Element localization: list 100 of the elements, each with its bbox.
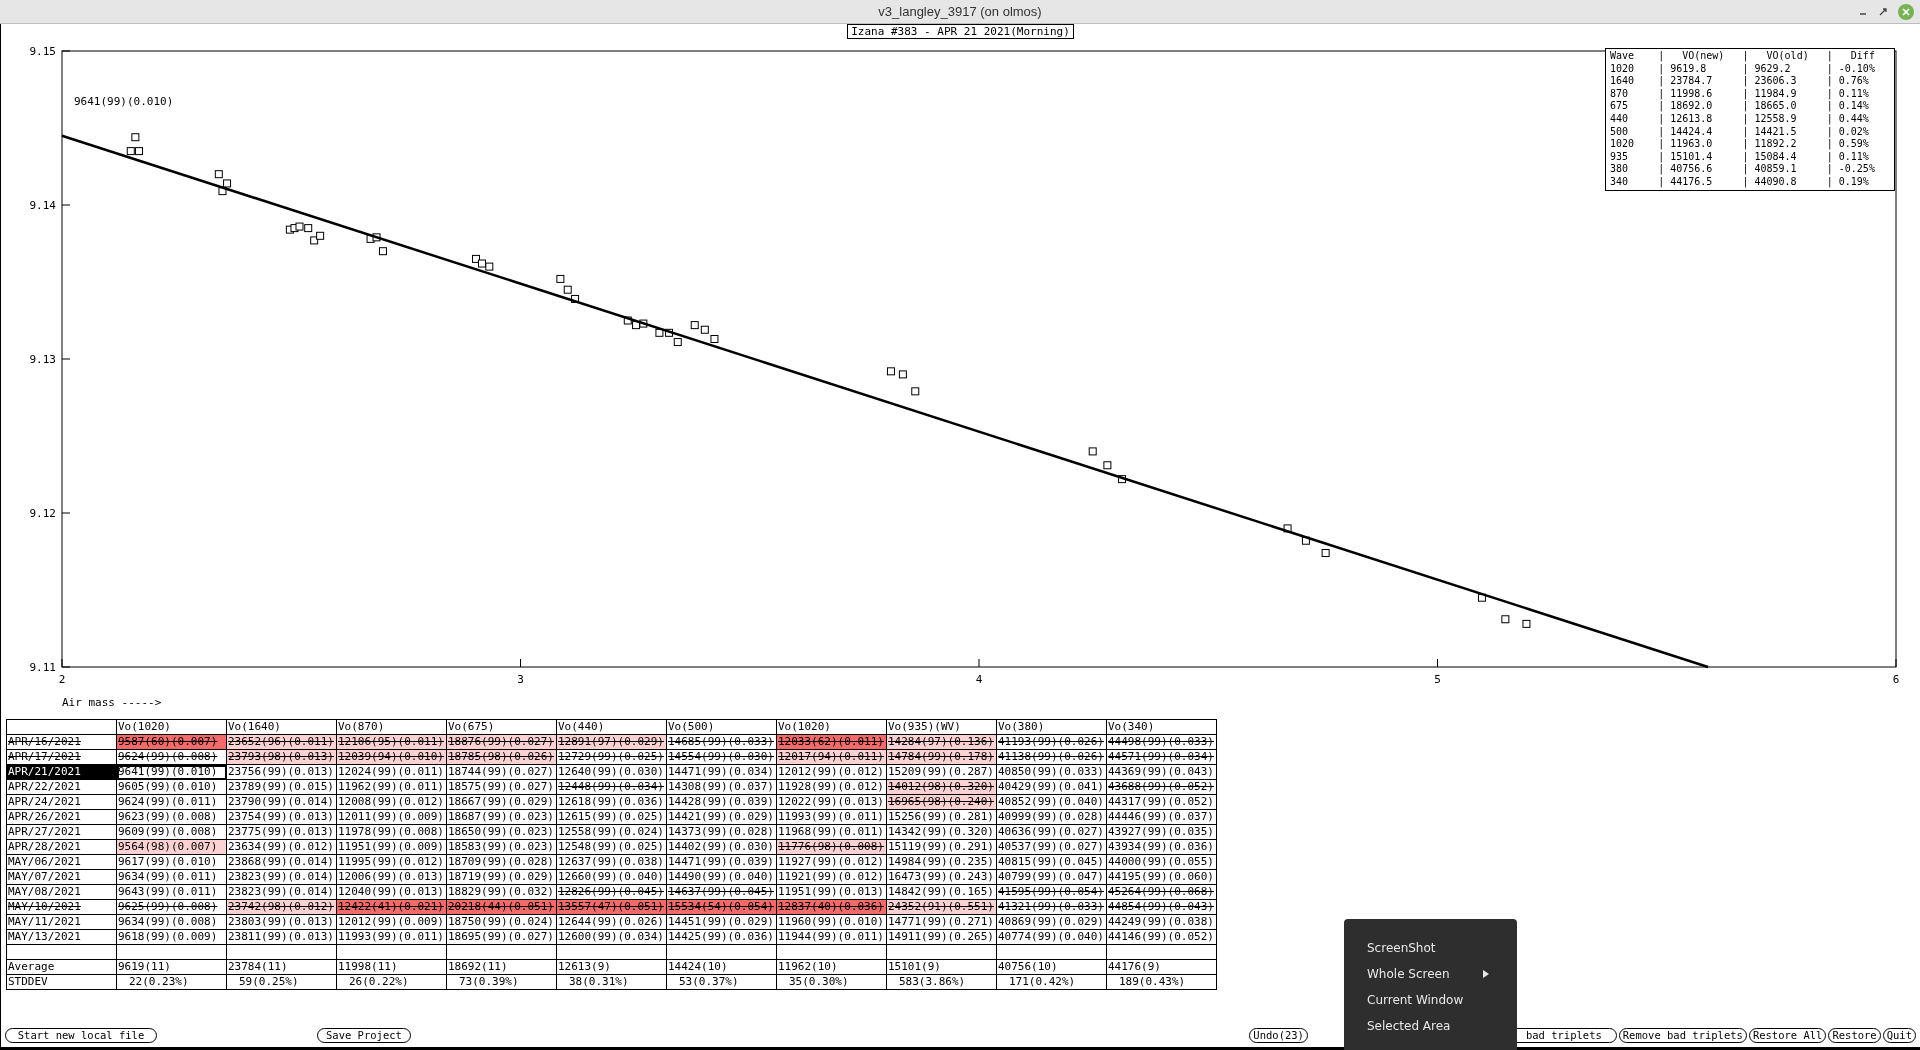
- table-cell: 18750(99)(0.024): [447, 915, 557, 930]
- table-cell: 9618(99)(0.009): [117, 930, 227, 945]
- data-point: [1522, 619, 1531, 628]
- table-cell: 40852(99)(0.040): [997, 795, 1107, 810]
- table-cell: 23803(99)(0.013): [227, 915, 337, 930]
- summary-cell: 15101(9): [887, 960, 997, 975]
- table-cell: 9641(99)(0.010): [117, 765, 227, 780]
- table-cell: 18709(99)(0.028): [447, 855, 557, 870]
- table-cell: 44571(99)(0.034): [1107, 750, 1217, 765]
- summary-cell: 18692(11): [447, 960, 557, 975]
- data-point: [1118, 475, 1127, 484]
- data-point: [131, 133, 140, 142]
- date-cell[interactable]: APR/22/2021: [7, 780, 117, 795]
- table-cell: 11968(99)(0.011): [777, 825, 887, 840]
- table-cell: 9634(99)(0.008): [117, 915, 227, 930]
- y-tick: 9.12: [29, 507, 71, 520]
- summary-cell: 73(0.39%): [447, 975, 557, 990]
- close-icon[interactable]: [1898, 4, 1914, 20]
- summary-cell: 59(0.25%): [227, 975, 337, 990]
- table-cell: 12615(99)(0.025): [557, 810, 667, 825]
- date-cell[interactable]: APR/27/2021: [7, 825, 117, 840]
- summary-cell: 26(0.22%): [337, 975, 447, 990]
- summary-cell: 44176(9): [1107, 960, 1217, 975]
- action-button[interactable]: Restore All: [1748, 1027, 1827, 1043]
- submenu-arrow-icon: [1483, 970, 1489, 978]
- y-tick: 9.15: [29, 45, 71, 58]
- table-cell: 11951(99)(0.009): [337, 840, 447, 855]
- legend-line: 1640 | 23784.7 | 23606.3 | 0.76%: [1610, 75, 1869, 88]
- table-cell: 41193(99)(0.026): [997, 735, 1107, 750]
- plot-title: Izana #383 - APR 21 2021(Morning): [847, 24, 1074, 39]
- action-button[interactable]: Undo(23): [1249, 1027, 1308, 1043]
- table-cell: 23754(99)(0.013): [227, 810, 337, 825]
- menu-item[interactable]: ScreenShot: [1344, 935, 1517, 961]
- action-button[interactable]: Quit: [1882, 1027, 1916, 1043]
- table-cell: 16473(99)(0.243): [887, 870, 997, 885]
- table-cell: 44195(99)(0.060): [1107, 870, 1217, 885]
- table-cell: 23652(96)(0.011): [227, 735, 337, 750]
- date-cell[interactable]: APR/28/2021: [7, 840, 117, 855]
- action-button[interactable]: Restore: [1828, 1027, 1881, 1043]
- date-cell[interactable]: MAY/10/2021: [7, 900, 117, 915]
- table-cell: 40774(99)(0.040): [997, 930, 1107, 945]
- data-point: [1501, 615, 1510, 624]
- table-cell: 12012(99)(0.009): [337, 915, 447, 930]
- data-point: [218, 187, 227, 196]
- table-cell: 23793(98)(0.013): [227, 750, 337, 765]
- table-cell: 43927(99)(0.035): [1107, 825, 1217, 840]
- table-cell: 12106(95)(0.011): [337, 735, 447, 750]
- menu-item[interactable]: Current Window: [1344, 987, 1517, 1013]
- table-cell: 44498(99)(0.033): [1107, 735, 1217, 750]
- table-cell: 12729(99)(0.025): [557, 750, 667, 765]
- table-cell: 43688(99)(0.052): [1107, 780, 1217, 795]
- y-tick-label: 9.14: [29, 199, 57, 212]
- table-cell: 11776(98)(0.008): [777, 840, 887, 855]
- maximize-icon[interactable]: [1878, 7, 1888, 17]
- table-cell: 24352(91)(0.551): [887, 900, 997, 915]
- table-cell: 16965(98)(0.240): [887, 795, 997, 810]
- menu-item[interactable]: Whole Screen: [1344, 961, 1517, 987]
- date-cell[interactable]: MAY/11/2021: [7, 915, 117, 930]
- table-cell: 41138(99)(0.026): [997, 750, 1107, 765]
- table-cell: 11993(99)(0.011): [777, 810, 887, 825]
- legend-line: 500 | 14424.4 | 14421.5 | 0.02%: [1610, 125, 1869, 139]
- data-point: [563, 285, 572, 294]
- date-cell[interactable]: APR/16/2021: [7, 735, 117, 750]
- date-cell[interactable]: MAY/07/2021: [7, 870, 117, 885]
- data-point: [1103, 461, 1112, 470]
- table-cell: 44446(99)(0.037): [1107, 810, 1217, 825]
- table-cell: 14984(99)(0.235): [887, 855, 997, 870]
- table-cell: 18667(99)(0.029): [447, 795, 557, 810]
- table-cell: 12033(62)(0.011): [777, 735, 887, 750]
- x-tick-label: 3: [517, 673, 524, 686]
- summary-cell: 23784(11): [227, 960, 337, 975]
- date-cell[interactable]: MAY/08/2021: [7, 885, 117, 900]
- table-cell: 40799(99)(0.047): [997, 870, 1107, 885]
- table-cell: 11951(99)(0.013): [777, 885, 887, 900]
- date-cell[interactable]: MAY/06/2021: [7, 855, 117, 870]
- table-cell: 18719(99)(0.029): [447, 870, 557, 885]
- date-cell[interactable]: APR/17/2021: [7, 750, 117, 765]
- action-button[interactable]: Save Project: [317, 1027, 411, 1043]
- table-cell: 40537(99)(0.027): [997, 840, 1107, 855]
- table-cell: 12011(99)(0.009): [337, 810, 447, 825]
- table-cell: 23756(99)(0.013): [227, 765, 337, 780]
- table-cell: 23868(99)(0.014): [227, 855, 337, 870]
- table-cell: 9564(98)(0.007): [117, 840, 227, 855]
- table-cell: 14402(99)(0.030): [667, 840, 777, 855]
- data-point: [485, 262, 494, 271]
- data-point: [295, 222, 304, 231]
- table-cell: 11995(99)(0.012): [337, 855, 447, 870]
- data-point: [135, 147, 144, 156]
- date-cell[interactable]: APR/24/2021: [7, 795, 117, 810]
- action-button[interactable]: Remove bad triplets: [1618, 1027, 1747, 1043]
- date-cell[interactable]: APR/26/2021: [7, 810, 117, 825]
- legend-line: 870 | 11998.6 | 11984.9 | 0.11%: [1610, 87, 1869, 101]
- date-cell[interactable]: APR/21/2021: [7, 765, 117, 780]
- table-cell: 12548(99)(0.025): [557, 840, 667, 855]
- action-button[interactable]: Start new local file: [5, 1027, 157, 1043]
- data-point: [639, 319, 648, 328]
- table-cell: 9625(99)(0.008): [117, 900, 227, 915]
- data-point: [304, 224, 313, 233]
- table-cell: 14428(99)(0.039): [667, 795, 777, 810]
- date-cell[interactable]: MAY/13/2021: [7, 930, 117, 945]
